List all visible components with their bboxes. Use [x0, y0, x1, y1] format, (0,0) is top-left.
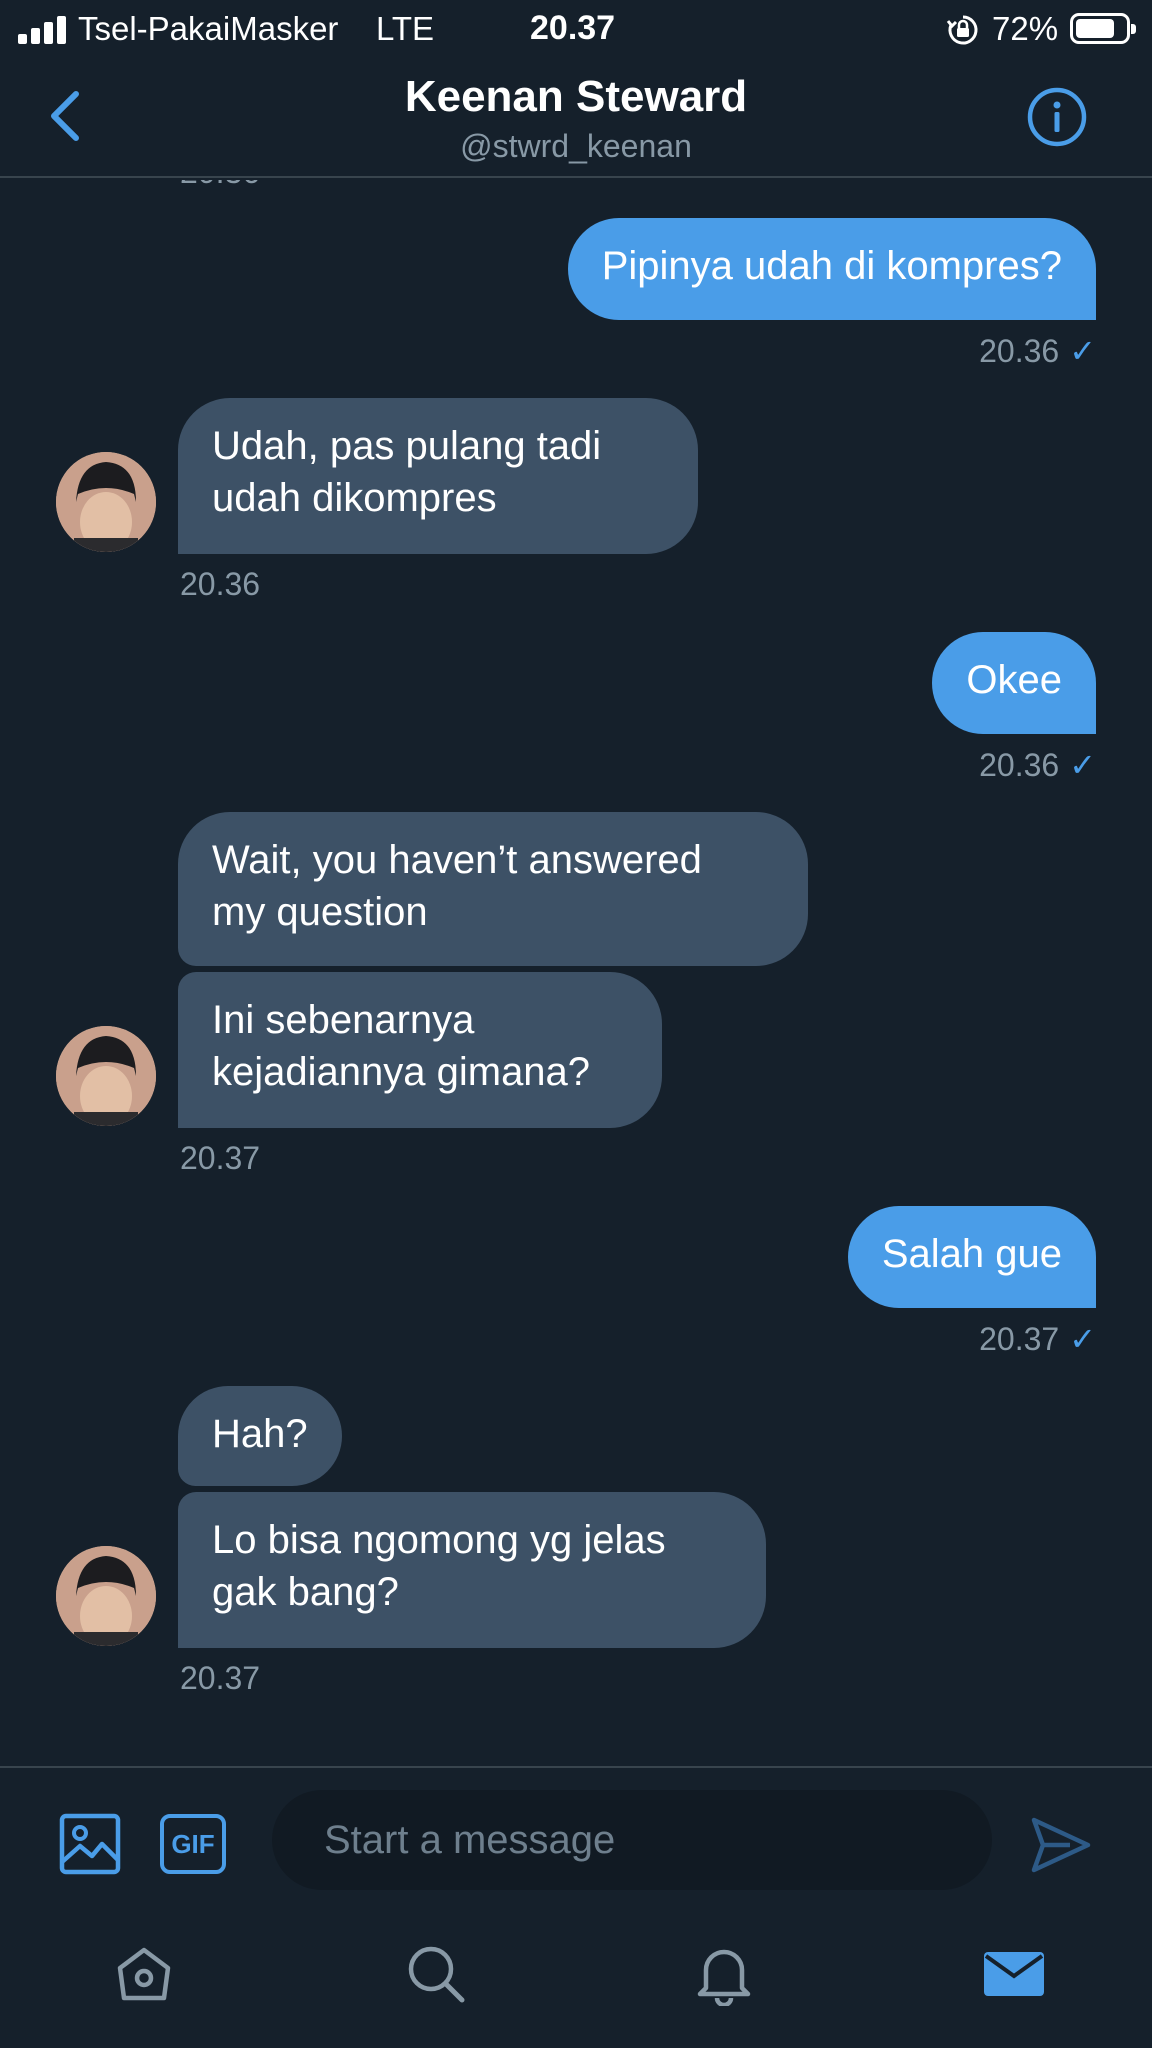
message-text: Pipinya udah di kompres? — [601, 244, 1062, 288]
status-bar: Tsel-PakaiMasker LTE 20.37 72% — [0, 0, 1152, 58]
home-icon[interactable] — [112, 1942, 176, 2006]
message-timestamp: 20.36 ✓ — [979, 332, 1096, 370]
message-text-line: Udah, pas pulang tadi — [212, 424, 602, 468]
message-timestamp: 20.37 ✓ — [979, 1320, 1096, 1358]
timestamp-text: 20.36 — [979, 333, 1060, 369]
outgoing-message[interactable]: Salah gue — [847, 1206, 1096, 1308]
read-check-icon: ✓ — [1069, 333, 1096, 369]
message-text-line: udah dikompres — [212, 476, 497, 520]
message-timestamp: 20.36 — [180, 180, 260, 191]
timestamp-text: 20.36 — [979, 747, 1060, 783]
incoming-message[interactable]: Udah, pas pulang tadi udah dikompres — [178, 398, 698, 554]
message-text-line: Wait, you haven’t answered — [212, 838, 702, 882]
battery-icon — [1070, 13, 1136, 44]
message-text-line: my question — [212, 890, 428, 934]
status-time: 20.37 — [530, 9, 616, 47]
incoming-message[interactable]: Lo bisa ngomong yg jelas gak bang? — [178, 1492, 766, 1648]
outgoing-message[interactable]: Okee — [932, 632, 1096, 734]
message-text-line: kejadiannya gimana? — [212, 1050, 591, 1094]
read-check-icon: ✓ — [1069, 1321, 1096, 1357]
message-input[interactable] — [272, 1790, 992, 1890]
message-text: Salah gue — [881, 1232, 1062, 1276]
message-text-line: Ini sebenarnya — [212, 998, 475, 1042]
message-text-line: Lo bisa ngomong yg jelas — [212, 1518, 666, 1562]
incoming-message[interactable]: Hah? — [178, 1386, 342, 1486]
avatar[interactable] — [56, 452, 156, 552]
conversation-header: Keenan Steward @stwrd_keenan — [0, 58, 1152, 178]
timestamp-text: 20.37 — [979, 1321, 1060, 1357]
avatar[interactable] — [56, 1026, 156, 1126]
message-text: Okee — [966, 658, 1062, 702]
tab-bar — [0, 1902, 1152, 2048]
network-type: LTE — [376, 10, 435, 47]
incoming-message[interactable]: Wait, you haven’t answered my question — [178, 812, 808, 966]
message-text-line: Hah? — [212, 1412, 308, 1456]
read-check-icon: ✓ — [1069, 747, 1096, 783]
message-timestamp: 20.37 — [180, 1660, 261, 1696]
signal-bars-icon — [18, 14, 68, 44]
message-text-line: gak bang? — [212, 1570, 399, 1614]
messages-icon[interactable] — [982, 1942, 1046, 2006]
battery-percent: 72% — [992, 10, 1059, 47]
rotation-lock-icon — [946, 15, 978, 45]
contact-handle: @stwrd_keenan — [460, 128, 692, 164]
send-icon[interactable] — [1030, 1814, 1092, 1876]
carrier-name: Tsel-PakaiMasker — [78, 10, 339, 47]
notifications-icon[interactable] — [692, 1942, 756, 2006]
message-composer: GIF — [0, 1766, 1152, 1902]
avatar[interactable] — [56, 1546, 156, 1646]
info-icon[interactable] — [1026, 86, 1088, 148]
contact-name[interactable]: Keenan Steward — [0, 72, 1152, 122]
search-icon[interactable] — [404, 1942, 468, 2006]
incoming-message[interactable]: Ini sebenarnya kejadiannya gimana? — [178, 972, 662, 1128]
gif-icon[interactable]: GIF — [160, 1814, 226, 1874]
message-timestamp: 20.36 — [180, 566, 261, 602]
message-timestamp: 20.36 ✓ — [979, 746, 1096, 784]
image-icon[interactable] — [58, 1812, 122, 1876]
message-thread[interactable]: 20.36 Pipinya udah di kompres? 20.36✓ Ud… — [0, 180, 1152, 1766]
message-timestamp: 20.37 — [180, 1140, 261, 1176]
outgoing-message[interactable]: Pipinya udah di kompres? — [567, 218, 1096, 320]
